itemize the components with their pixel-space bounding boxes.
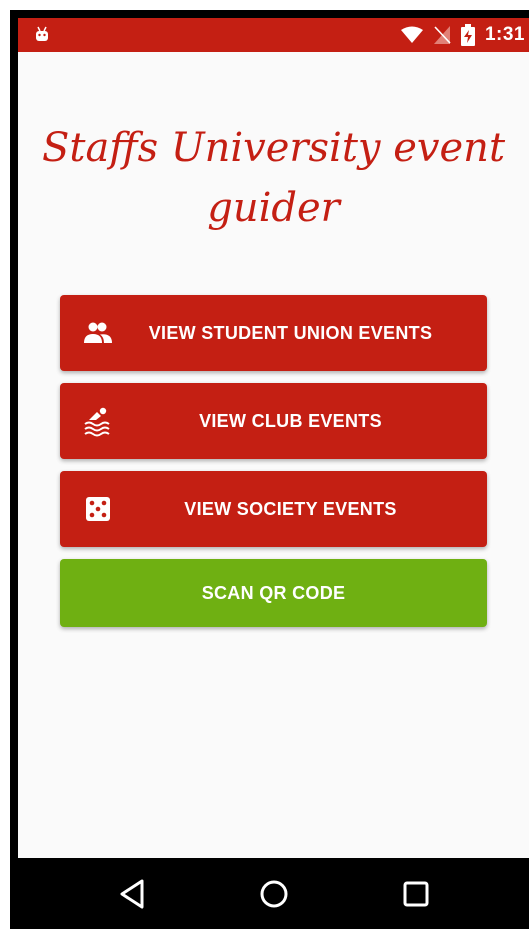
button-label: VIEW SOCIETY EVENTS bbox=[184, 498, 397, 519]
status-time: 1:31 bbox=[484, 24, 525, 45]
swimming-icon bbox=[84, 407, 110, 437]
status-icons: 1:31 bbox=[400, 18, 525, 52]
android-debug-icon bbox=[36, 26, 48, 41]
app-screen: 1:31 Staffs University event guider VIEW… bbox=[18, 18, 529, 858]
button-label: VIEW STUDENT UNION EVENTS bbox=[148, 322, 433, 343]
battery-charging-icon bbox=[460, 24, 475, 46]
view-club-events-button[interactable]: VIEW CLUB EVENTS bbox=[60, 383, 487, 459]
app-title: Staffs University event guider bbox=[41, 125, 506, 231]
navigation-bar bbox=[10, 858, 529, 929]
people-icon bbox=[84, 322, 112, 343]
view-society-events-button[interactable]: VIEW SOCIETY EVENTS bbox=[60, 471, 487, 547]
back-icon[interactable] bbox=[114, 876, 150, 912]
status-bar: 1:31 bbox=[18, 18, 529, 52]
view-student-union-events-button[interactable]: VIEW STUDENT UNION EVENTS bbox=[60, 295, 487, 371]
button-label: SCAN QR CODE bbox=[201, 582, 346, 603]
recents-icon[interactable] bbox=[398, 876, 434, 912]
dice-icon bbox=[86, 497, 110, 521]
button-label: VIEW CLUB EVENTS bbox=[199, 410, 382, 431]
no-sim-icon bbox=[433, 26, 451, 44]
home-icon[interactable] bbox=[256, 876, 292, 912]
device-frame: 1:31 Staffs University event guider VIEW… bbox=[10, 10, 529, 929]
scan-qr-code-button[interactable]: SCAN QR CODE bbox=[60, 559, 487, 627]
wifi-icon bbox=[400, 26, 423, 43]
